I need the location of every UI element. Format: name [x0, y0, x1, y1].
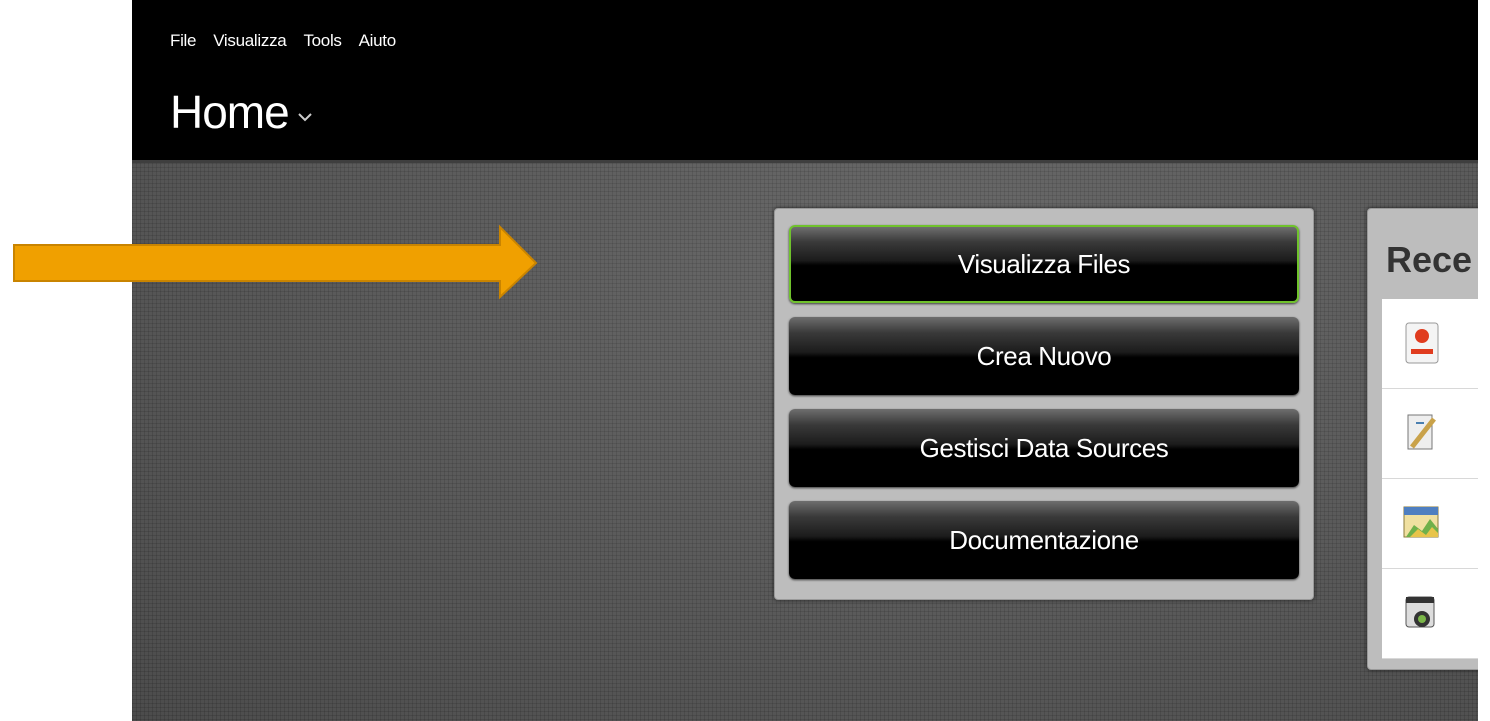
top-bar: File Visualizza Tools Aiuto Home: [132, 0, 1478, 160]
chevron-down-icon: [297, 109, 313, 127]
recent-panel: Rece: [1367, 208, 1478, 670]
menu-visualizza[interactable]: Visualizza: [213, 31, 287, 51]
page-title: Home: [170, 86, 290, 138]
view-files-button[interactable]: Visualizza Files: [789, 225, 1299, 303]
recent-item[interactable]: [1382, 569, 1478, 659]
recent-title: Rece: [1386, 239, 1473, 280]
actions-panel: Visualizza Files Crea Nuovo Gestisci Dat…: [774, 208, 1314, 600]
page-title-dropdown[interactable]: Home: [170, 85, 313, 139]
menu-tools[interactable]: Tools: [303, 31, 341, 51]
manage-data-sources-button[interactable]: Gestisci Data Sources: [789, 409, 1299, 487]
recent-list: [1382, 299, 1478, 659]
menu-bar: File Visualizza Tools Aiuto: [170, 31, 413, 51]
recent-item[interactable]: [1382, 389, 1478, 479]
analyzer-chart-icon: [1402, 501, 1442, 545]
presentation-file-icon: [1402, 321, 1442, 365]
report-file-icon: [1402, 411, 1442, 455]
menu-file[interactable]: File: [170, 31, 197, 51]
dashboard-file-icon: [1402, 591, 1442, 635]
menu-aiuto[interactable]: Aiuto: [359, 31, 397, 51]
app-window: File Visualizza Tools Aiuto Home Visuali…: [132, 0, 1478, 721]
recent-item[interactable]: [1382, 479, 1478, 569]
create-new-button[interactable]: Crea Nuovo: [789, 317, 1299, 395]
annotation-arrow-icon: [0, 224, 540, 306]
recent-item[interactable]: [1382, 299, 1478, 389]
documentation-button[interactable]: Documentazione: [789, 501, 1299, 579]
